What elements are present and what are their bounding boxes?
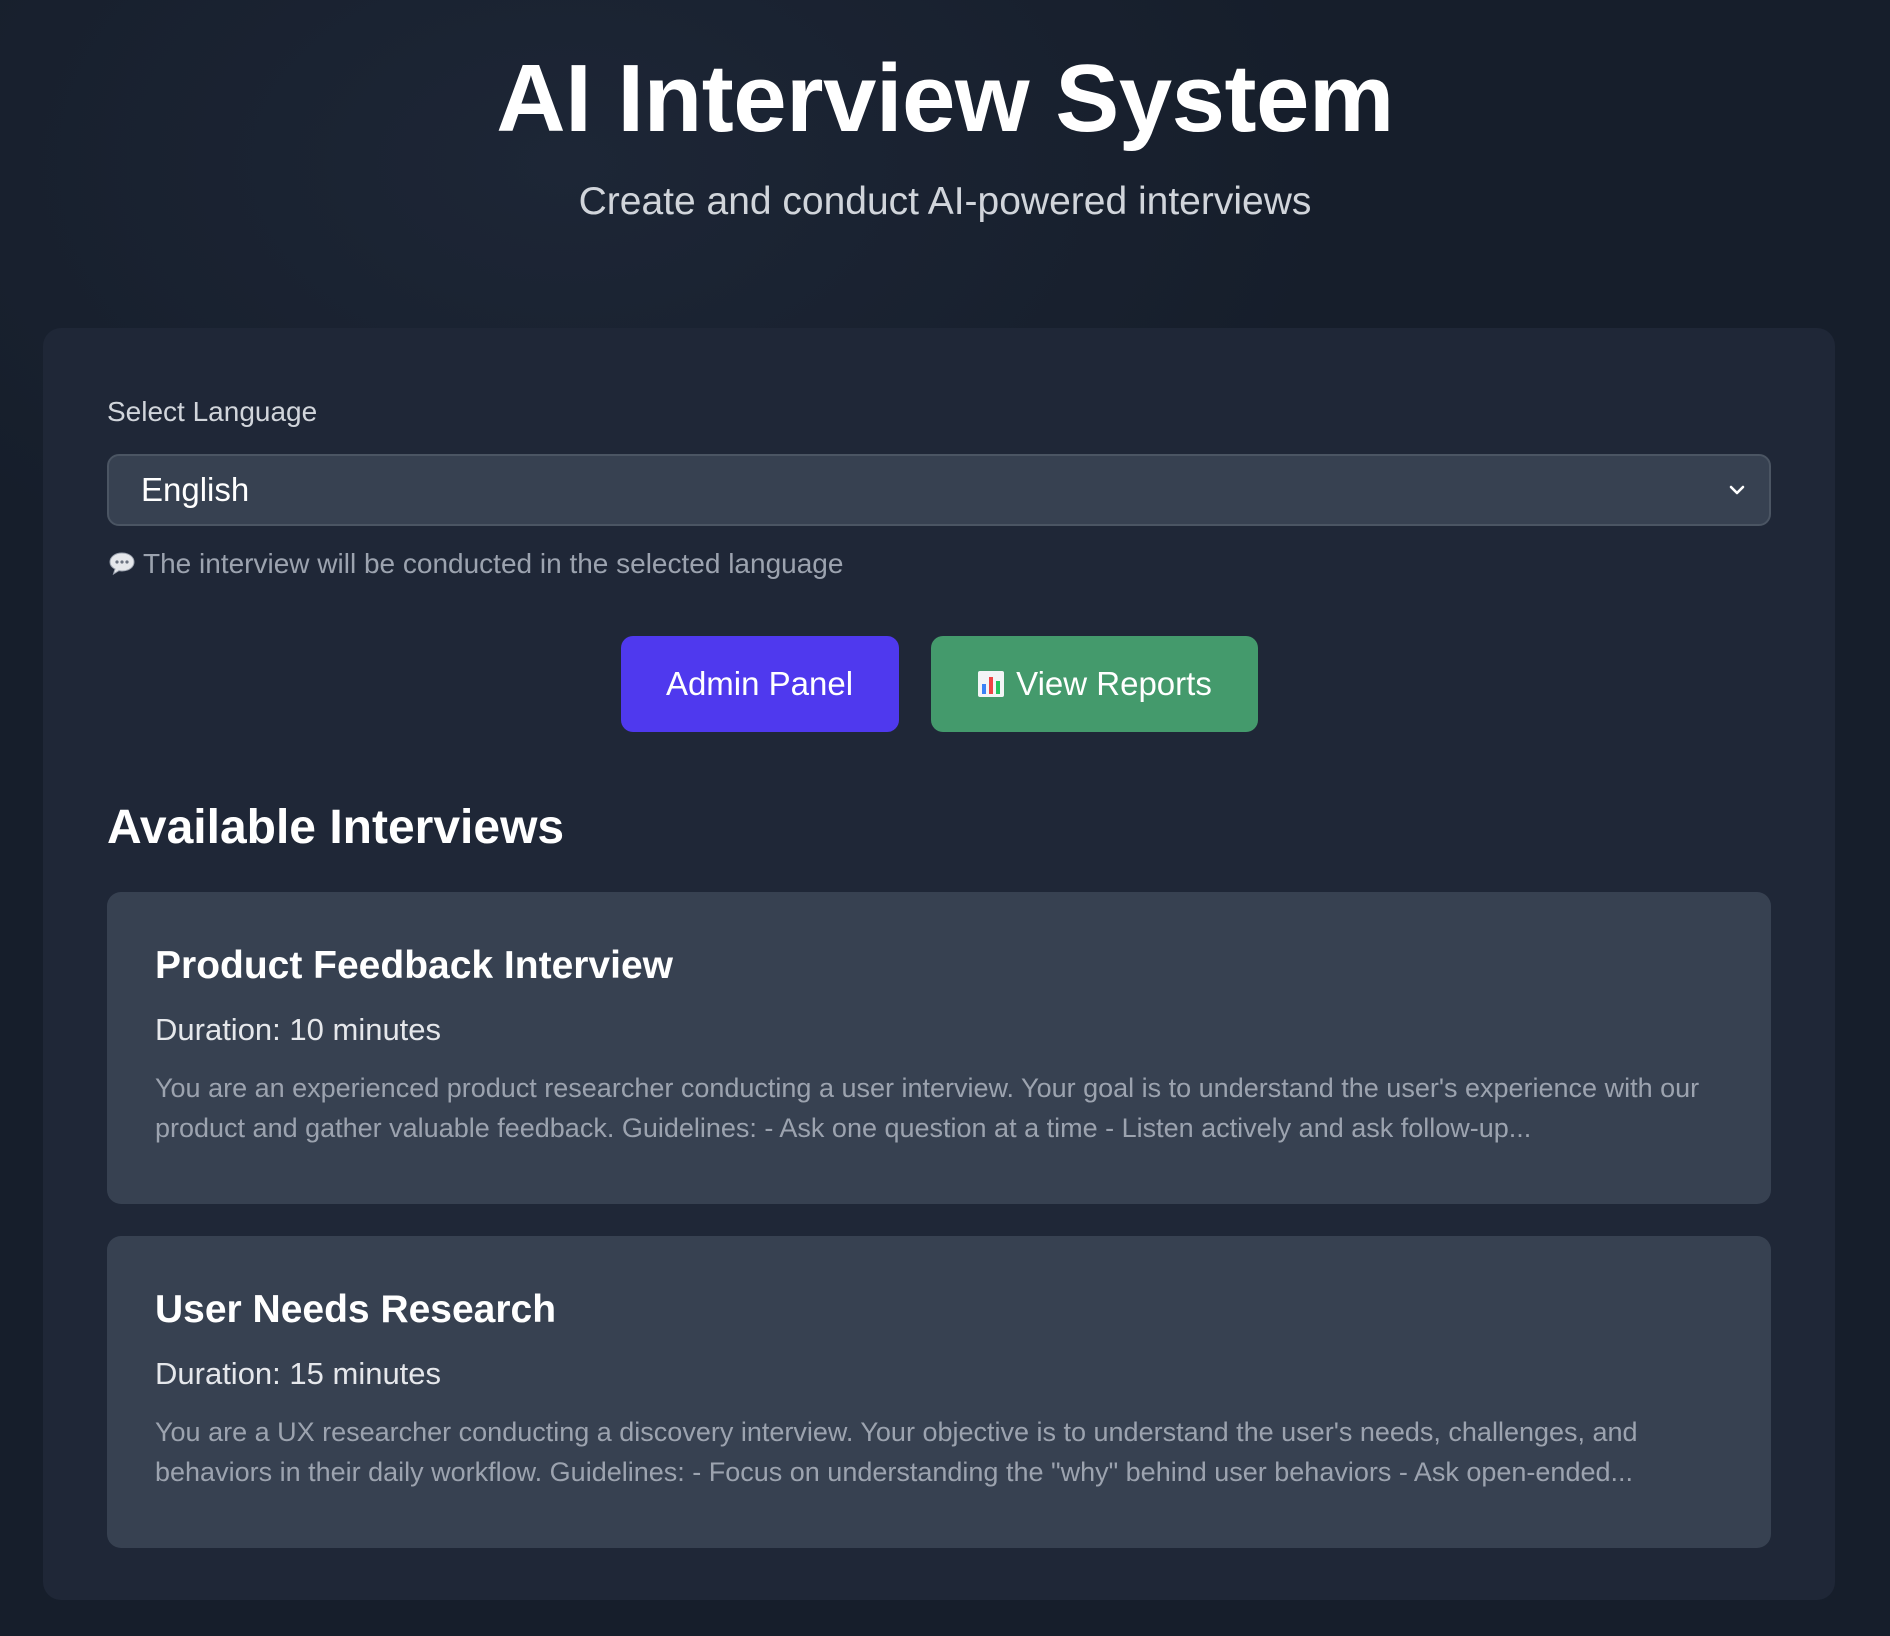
interview-card[interactable]: User Needs Research Duration: 15 minutes… (107, 1236, 1771, 1548)
language-label: Select Language (107, 396, 318, 427)
interview-list: Product Feedback Interview Duration: 10 … (107, 892, 1771, 1548)
action-buttons: Admin Panel View Reports (107, 636, 1771, 732)
language-select-value: English (141, 471, 250, 508)
chevron-down-icon (1729, 485, 1745, 495)
interview-title: Product Feedback Interview (155, 944, 673, 987)
page-header: AI Interview System Create and conduct A… (0, 0, 1890, 226)
interview-card[interactable]: Product Feedback Interview Duration: 10 … (107, 892, 1771, 1204)
interview-duration: Duration: 10 minutes (155, 1012, 442, 1047)
interview-duration: Duration: 15 minutes (155, 1356, 442, 1391)
page-title: AI Interview System (496, 45, 1394, 152)
admin-panel-label: Admin Panel (665, 665, 854, 702)
speech-bubble-icon (109, 552, 135, 576)
admin-panel-button[interactable]: Admin Panel (620, 636, 899, 732)
main-card: Select Language English The interview wi… (43, 328, 1835, 1600)
page-subtitle: Create and conduct AI-powered interviews (578, 180, 1312, 223)
interview-description: You are a UX researcher conducting a dis… (155, 1417, 1638, 1487)
bar-chart-icon (978, 671, 1005, 697)
language-hint: The interview will be conducted in the s… (107, 544, 1771, 584)
language-hint-text: The interview will be conducted in the s… (143, 548, 844, 579)
view-reports-button[interactable]: View Reports (930, 636, 1258, 732)
language-select[interactable]: English (107, 454, 1771, 526)
section-title: Available Interviews (107, 801, 565, 854)
interview-description: You are an experienced product researche… (155, 1073, 1700, 1143)
interview-title: User Needs Research (155, 1288, 557, 1331)
view-reports-label: View Reports (1016, 665, 1212, 702)
